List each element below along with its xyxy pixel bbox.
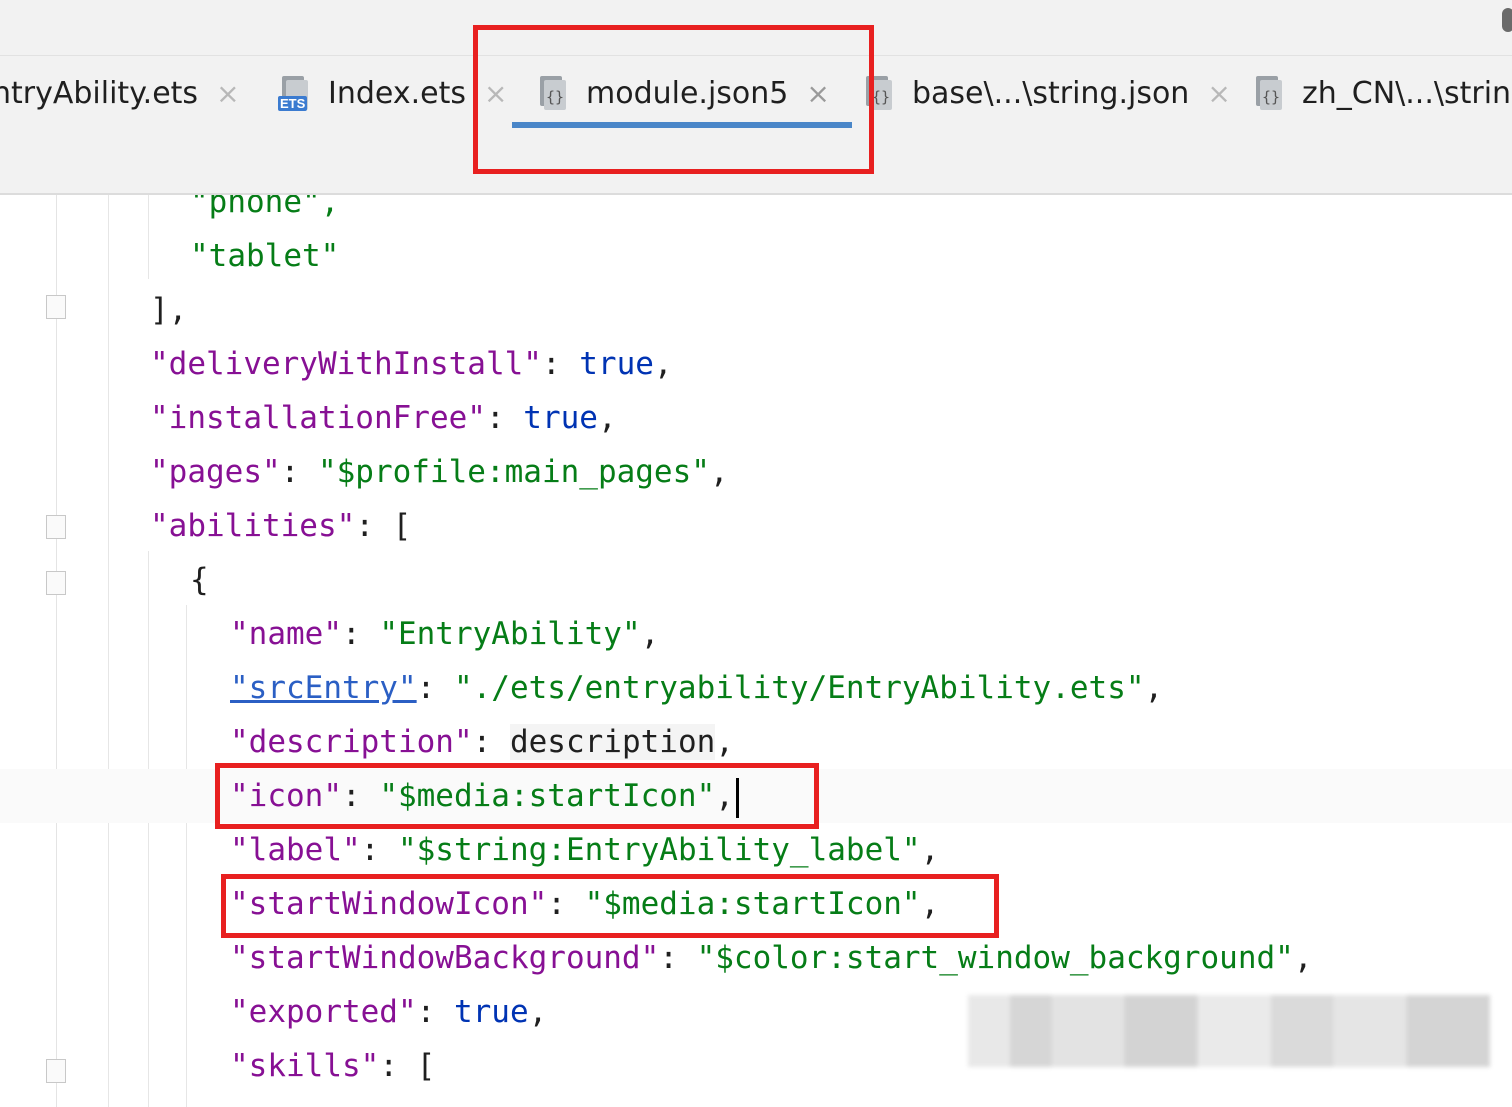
code-line: "tablet" [190, 238, 340, 274]
highlight-box-startwindowicon-line [221, 874, 999, 938]
code-line: "name": "EntryAbility", [230, 616, 660, 652]
tab-entryability[interactable]: ntryAbility.ets × [0, 64, 240, 122]
ets-file-icon: ETS [278, 74, 312, 112]
code-line: "deliveryWithInstall": true, [150, 346, 673, 382]
tab-base-string-json[interactable]: {} base\...\string.json × [862, 64, 1231, 122]
code-editor[interactable]: "phone", "tablet" ], "deliveryWithInstal… [0, 195, 1512, 1107]
highlight-box-icon-line [215, 763, 819, 829]
srcentry-link[interactable]: "srcEntry" [230, 670, 417, 706]
tab-label: zh_CN\...\string [1302, 75, 1512, 111]
tab-label: base\...\string.json [912, 75, 1190, 111]
code-line: ], [150, 292, 188, 328]
tab-label: ntryAbility.ets [0, 75, 199, 111]
code-line: "description": description, [230, 724, 734, 760]
blurred-watermark [968, 995, 1490, 1067]
code-line: "abilities": [ [150, 508, 412, 544]
code-line: { [190, 562, 209, 598]
code-line: "phone", [190, 195, 340, 220]
tab-scroll-indicator[interactable] [1502, 8, 1512, 32]
code-line: "installationFree": true, [150, 400, 617, 436]
close-icon[interactable]: × [1207, 77, 1230, 110]
json-file-icon: {} [1252, 74, 1286, 112]
tab-label: Index.ets [328, 75, 466, 111]
tab-zh-cn-string[interactable]: {} zh_CN\...\string [1252, 64, 1512, 122]
close-icon[interactable]: × [216, 77, 239, 110]
code-line: "pages": "$profile:main_pages", [150, 454, 729, 490]
code-line: "startWindowBackground": "$color:start_w… [230, 940, 1313, 976]
code-line: "label": "$string:EntryAbility_label", [230, 832, 940, 868]
highlight-box-tab [473, 25, 874, 174]
code-line: "srcEntry": "./ets/entryability/EntryAbi… [230, 670, 1164, 706]
